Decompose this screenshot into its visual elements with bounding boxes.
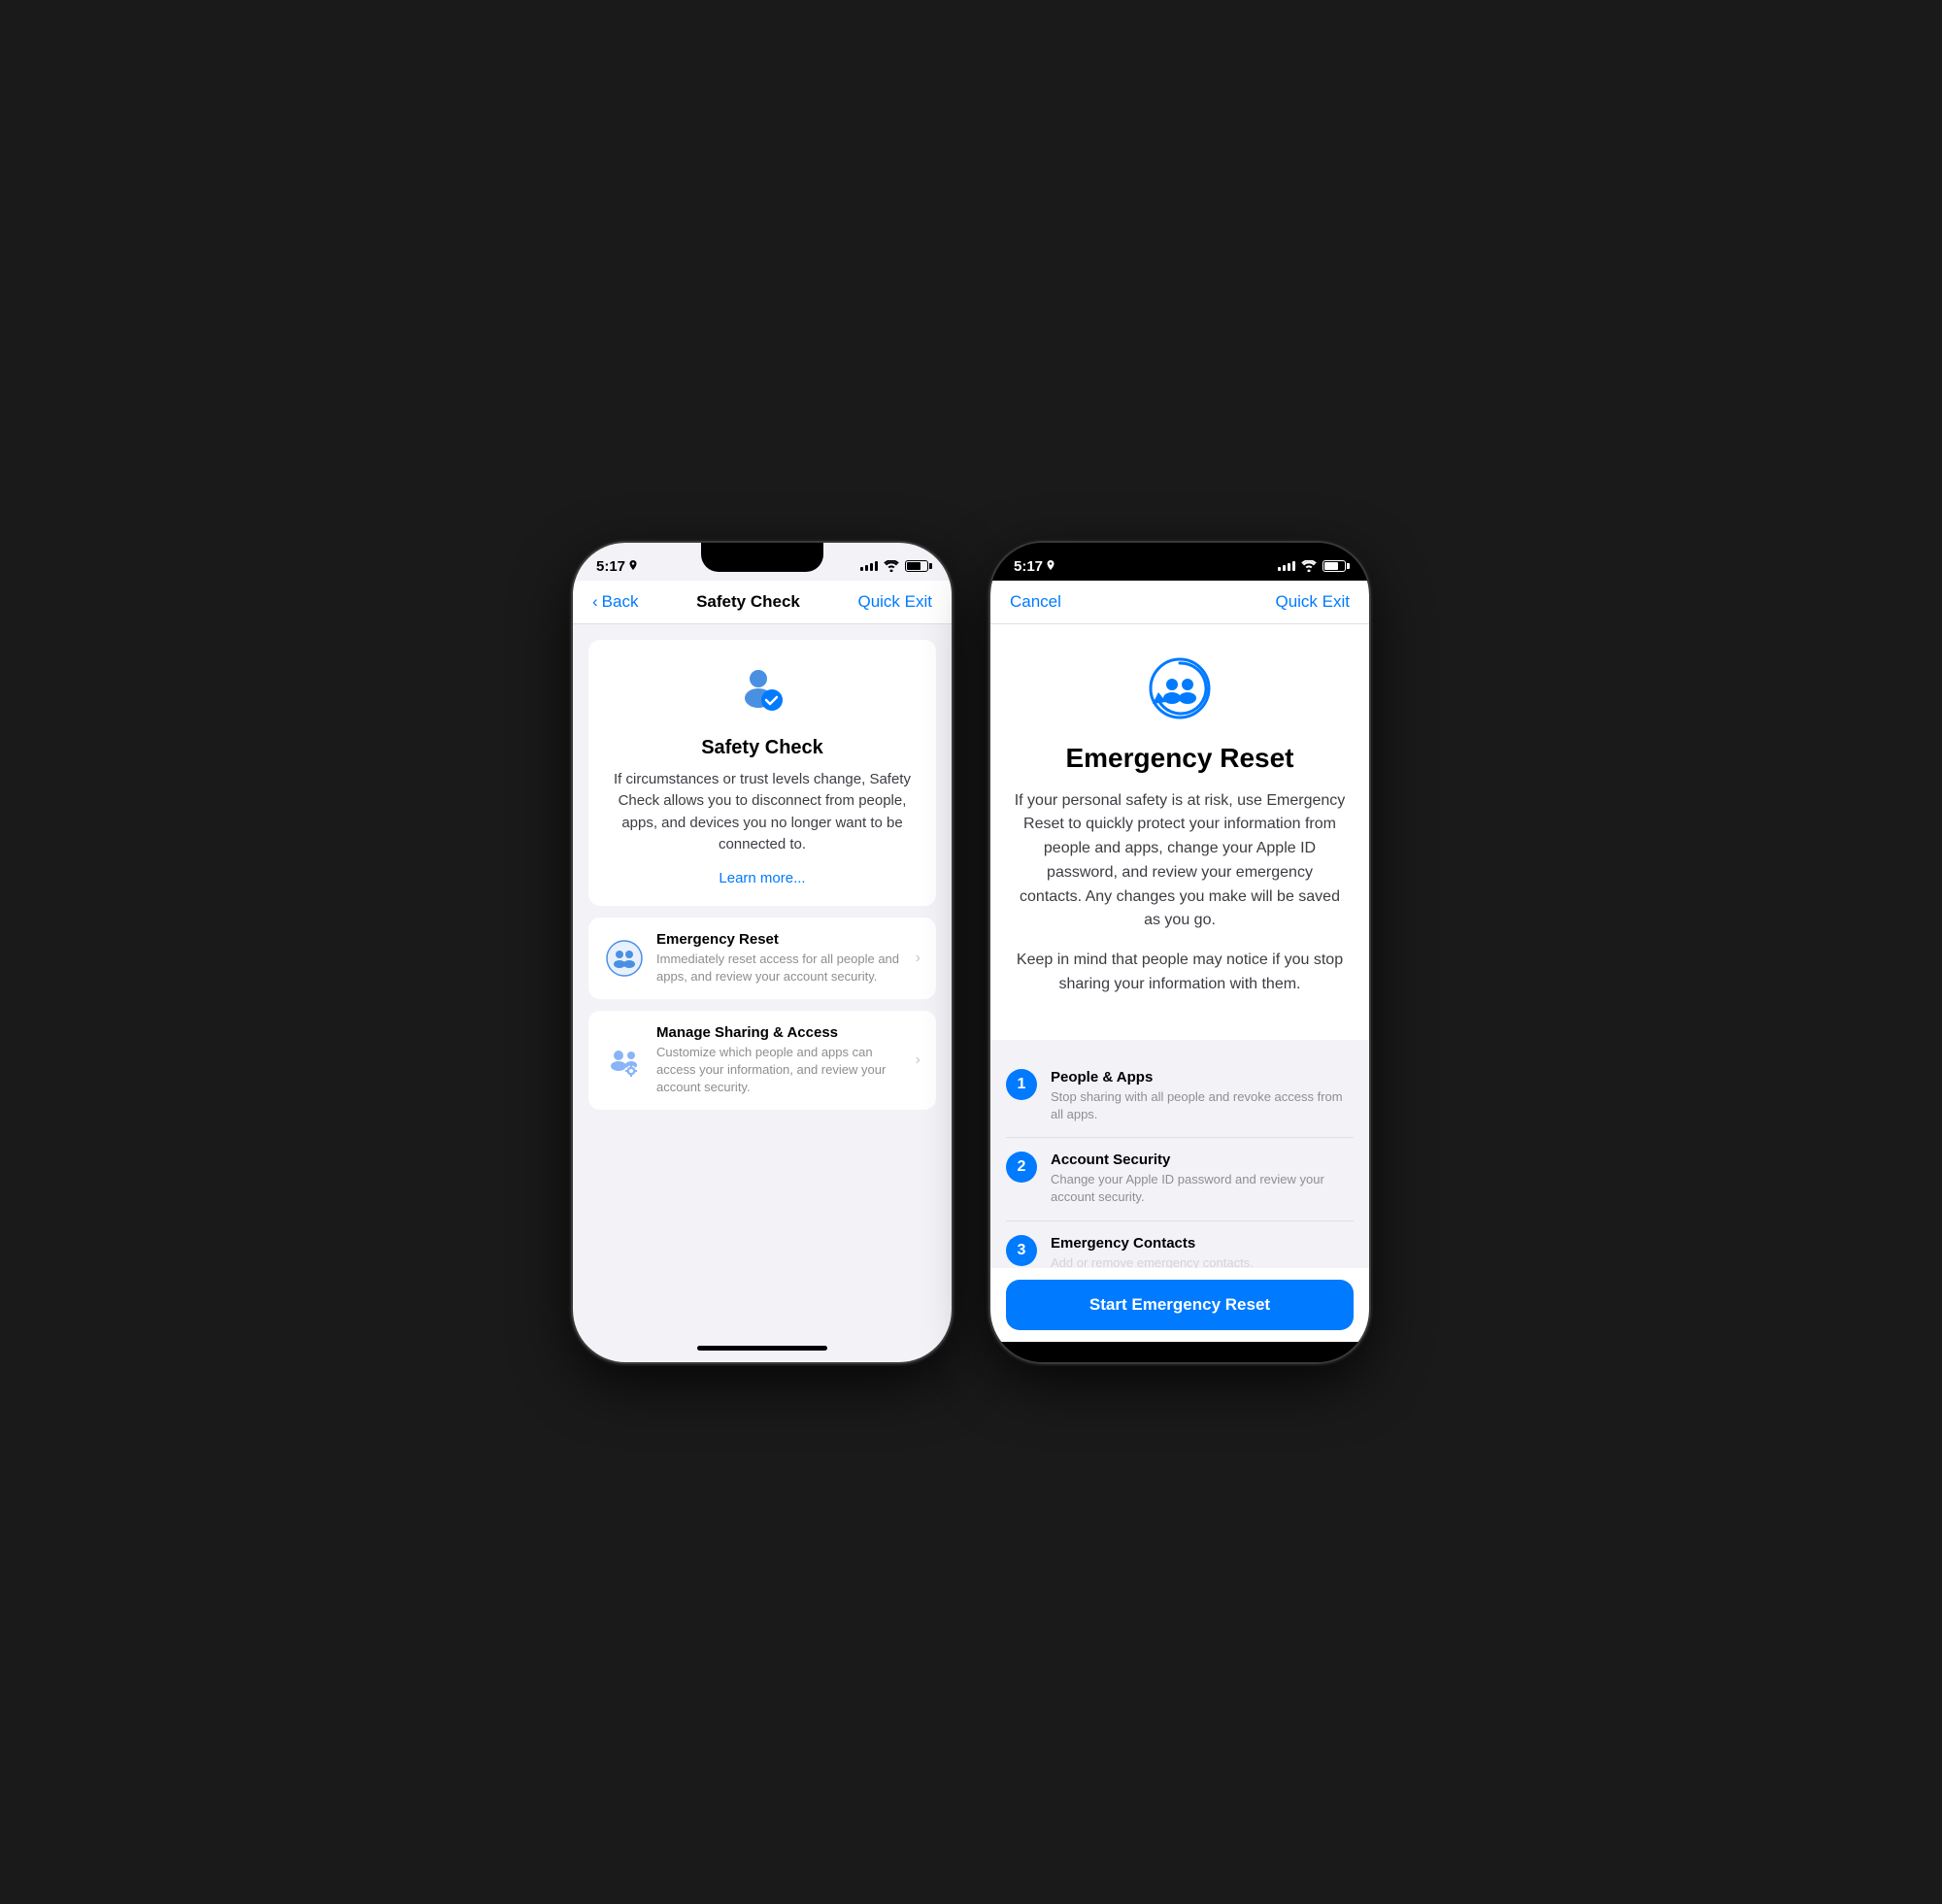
wifi-svg-left <box>884 560 899 572</box>
step-number-1: 1 <box>1006 1069 1037 1100</box>
step-number-3: 3 <box>1006 1235 1037 1266</box>
step-item-3: 3 Emergency Contacts Add or remove emerg… <box>1006 1221 1354 1268</box>
hero-description: If circumstances or trust levels change,… <box>608 769 917 856</box>
emergency-hero: Emergency Reset If your personal safety … <box>990 624 1369 1040</box>
emergency-note: Keep in mind that people may notice if y… <box>1014 949 1346 997</box>
step-item-2: 2 Account Security Change your Apple ID … <box>1006 1138 1354 1220</box>
screen-right: 5:17 <box>990 543 1369 1362</box>
status-icons-right <box>1278 560 1346 572</box>
home-indicator-right <box>1115 1350 1245 1354</box>
wifi-icon-right <box>1301 560 1317 572</box>
notch-left <box>701 543 823 572</box>
nav-bar-right: Cancel Quick Exit <box>990 581 1369 624</box>
time-left: 5:17 <box>596 558 638 575</box>
content-left: Safety Check If circumstances or trust l… <box>573 624 952 1338</box>
quick-exit-button-left[interactable]: Quick Exit <box>857 592 932 612</box>
emergency-reset-text: Emergency Reset Immediately reset access… <box>656 931 904 985</box>
emergency-reset-item[interactable]: Emergency Reset Immediately reset access… <box>588 918 936 999</box>
manage-sharing-text: Manage Sharing & Access Customize which … <box>656 1024 904 1097</box>
notch-right <box>1119 543 1241 572</box>
step-item-1: 1 People & Apps Stop sharing with all pe… <box>1006 1055 1354 1138</box>
battery-icon-left <box>905 560 928 572</box>
wifi-svg-right <box>1301 560 1317 572</box>
step-number-2: 2 <box>1006 1152 1037 1183</box>
manage-sharing-item[interactable]: Manage Sharing & Access Customize which … <box>588 1011 936 1111</box>
start-emergency-reset-button[interactable]: Start Emergency Reset <box>1006 1280 1354 1330</box>
manage-sharing-chevron: › <box>916 1052 921 1069</box>
cancel-button[interactable]: Cancel <box>1010 592 1061 612</box>
safety-check-icon <box>733 663 791 721</box>
signal-icon-right <box>1278 561 1295 571</box>
manage-sharing-card[interactable]: Manage Sharing & Access Customize which … <box>588 1011 936 1111</box>
emergency-reset-icon <box>604 938 645 979</box>
emergency-reset-card[interactable]: Emergency Reset Immediately reset access… <box>588 918 936 999</box>
nav-bar-left: ‹ Back Safety Check Quick Exit <box>573 581 952 624</box>
manage-sharing-icon <box>604 1040 645 1081</box>
phone-right: 5:17 <box>990 543 1369 1362</box>
page-title-left: Safety Check <box>696 592 800 612</box>
signal-icon-left <box>860 561 878 571</box>
hero-card: Safety Check If circumstances or trust l… <box>588 640 936 906</box>
back-button[interactable]: ‹ Back <box>592 592 638 612</box>
battery-icon-right <box>1323 560 1346 572</box>
step-text-1: People & Apps Stop sharing with all peop… <box>1051 1069 1354 1123</box>
wifi-icon-left <box>884 560 899 572</box>
step-text-2: Account Security Change your Apple ID pa… <box>1051 1152 1354 1206</box>
emergency-content: Emergency Reset If your personal safety … <box>990 624 1369 1268</box>
emergency-reset-icon-large <box>1145 653 1215 723</box>
emergency-description: If your personal safety is at risk, use … <box>1014 789 1346 934</box>
location-icon-left <box>628 560 638 572</box>
emergency-title: Emergency Reset <box>1014 743 1346 774</box>
learn-more-link[interactable]: Learn more... <box>608 870 917 886</box>
screen-left: 5:17 <box>573 543 952 1362</box>
steps-section: 1 People & Apps Stop sharing with all pe… <box>990 1040 1369 1268</box>
quick-exit-button-right[interactable]: Quick Exit <box>1275 592 1350 612</box>
home-indicator-left <box>697 1346 827 1351</box>
step-text-3: Emergency Contacts Add or remove emergen… <box>1051 1235 1254 1268</box>
status-icons-left <box>860 560 928 572</box>
phone-left: 5:17 <box>573 543 952 1362</box>
hero-title: Safety Check <box>608 737 917 759</box>
time-right: 5:17 <box>1014 558 1055 575</box>
bottom-bar: Start Emergency Reset <box>990 1268 1369 1342</box>
location-icon-right <box>1046 560 1055 572</box>
emergency-reset-chevron: › <box>916 950 921 967</box>
